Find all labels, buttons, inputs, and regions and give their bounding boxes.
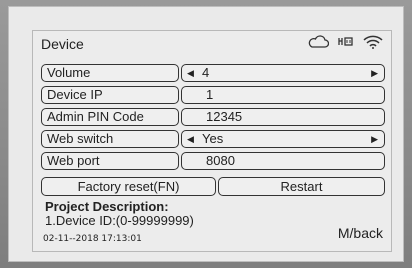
left-arrow-icon[interactable]: ◀ xyxy=(187,65,194,81)
setting-label: Device IP xyxy=(41,86,179,104)
setting-label: Admin PIN Code xyxy=(41,108,179,126)
description-text: 1.Device ID:(0-99999999) xyxy=(45,213,194,228)
network-port-icon xyxy=(337,35,355,49)
back-button[interactable]: M/back xyxy=(338,225,383,241)
setting-row-device-ip: Device IP 1 xyxy=(41,86,385,104)
setting-label: Web port xyxy=(41,152,179,170)
device-screen: Device Volume ◀ 4 ▶ Device IP 1 Admin PI… xyxy=(32,30,392,252)
left-arrow-icon[interactable]: ◀ xyxy=(187,131,194,147)
setting-row-web-switch: Web switch ◀ Yes ▶ xyxy=(41,130,385,148)
setting-value: 4 xyxy=(202,65,210,80)
timestamp: 02-11--2018 17:13:01 xyxy=(43,234,142,244)
setting-label: Web switch xyxy=(41,130,179,148)
setting-label: Volume xyxy=(41,64,179,82)
restart-button[interactable]: Restart xyxy=(218,177,385,196)
setting-value: 8080 xyxy=(206,153,235,168)
setting-value: Yes xyxy=(202,131,224,146)
setting-row-web-port: Web port 8080 xyxy=(41,152,385,170)
right-arrow-icon[interactable]: ▶ xyxy=(371,131,378,147)
page-title: Device xyxy=(41,36,84,52)
action-buttons: Factory reset(FN) Restart xyxy=(41,177,385,196)
right-arrow-icon[interactable]: ▶ xyxy=(371,65,378,81)
web-switch-selector[interactable]: ◀ Yes ▶ xyxy=(181,130,385,148)
factory-reset-button[interactable]: Factory reset(FN) xyxy=(41,177,216,196)
description-title: Project Description: xyxy=(45,199,169,214)
wifi-icon xyxy=(363,35,383,49)
setting-value: 1 xyxy=(206,87,214,102)
device-ip-field[interactable]: 1 xyxy=(181,86,385,104)
status-icons xyxy=(307,35,383,49)
setting-value: 12345 xyxy=(206,109,243,124)
setting-row-admin-pin: Admin PIN Code 12345 xyxy=(41,108,385,126)
admin-pin-field[interactable]: 12345 xyxy=(181,108,385,126)
web-port-field[interactable]: 8080 xyxy=(181,152,385,170)
volume-selector[interactable]: ◀ 4 ▶ xyxy=(181,64,385,82)
cloud-icon xyxy=(307,35,329,49)
setting-row-volume: Volume ◀ 4 ▶ xyxy=(41,64,385,82)
